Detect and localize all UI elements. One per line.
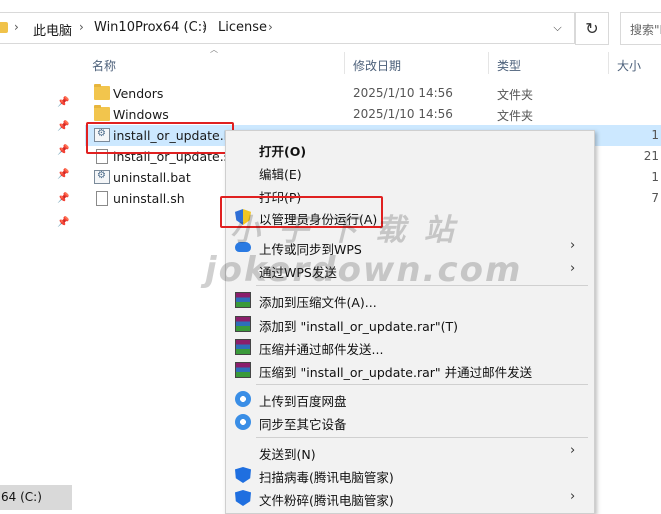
menu-item-virus-scan[interactable]: 扫描病毒(腾讯电脑管家) xyxy=(226,464,594,486)
breadcrumb-separator: › xyxy=(79,20,84,34)
chevron-right-icon: › xyxy=(570,238,576,253)
address-bar-row: › 此电脑 › Win10Prox64 (C:) › License › ⌵ ↻… xyxy=(0,0,661,52)
file-name: uninstall.sh xyxy=(113,191,185,206)
menu-item-label: 添加到压缩文件(A)... xyxy=(259,295,377,310)
menu-item-label: 发送到(N) xyxy=(259,447,316,462)
address-bar[interactable]: › 此电脑 › Win10Prox64 (C:) › License › ⌵ xyxy=(0,12,575,44)
menu-separator xyxy=(256,437,588,438)
winrar-icon xyxy=(235,339,251,355)
chevron-down-icon: ⌵ xyxy=(553,21,562,34)
breadcrumb-separator: › xyxy=(14,20,19,34)
pin-icon: 📌 xyxy=(57,169,70,180)
winrar-icon xyxy=(235,292,251,308)
file-size: 1 xyxy=(651,170,659,184)
highlight-box-file xyxy=(86,122,234,154)
column-divider[interactable] xyxy=(608,52,609,74)
tencent-guard-icon xyxy=(235,490,251,506)
column-header-size[interactable]: 大小 xyxy=(617,57,641,79)
context-menu: 打开(O) 编辑(E) 打印(P) 以管理员身份运行(A) 上传或同步到WPS … xyxy=(225,130,595,514)
chevron-right-icon: › xyxy=(570,443,576,458)
sort-ascending-icon: ︿ xyxy=(210,45,218,54)
nav-item-label: 64 (C:) xyxy=(1,490,42,504)
file-name: Windows xyxy=(113,107,169,122)
breadcrumb-this-pc[interactable]: 此电脑 xyxy=(33,20,72,39)
menu-item-send-to[interactable]: 发送到(N) › xyxy=(226,441,594,463)
refresh-icon: ↻ xyxy=(585,19,599,38)
baidu-netdisk-icon xyxy=(235,414,251,430)
column-divider[interactable] xyxy=(344,52,345,74)
address-dropdown-button[interactable]: ⌵ xyxy=(541,13,574,43)
file-date: 2025/1/10 14:56 xyxy=(353,107,453,121)
column-header-date[interactable]: 修改日期 xyxy=(353,57,401,79)
chevron-right-icon: › xyxy=(570,261,576,276)
file-size: 7 xyxy=(651,191,659,205)
menu-separator xyxy=(256,384,588,385)
folder-icon xyxy=(94,84,110,100)
file-size: 21 xyxy=(643,149,659,163)
menu-item-label: 压缩并通过邮件发送... xyxy=(259,342,384,357)
winrar-icon xyxy=(235,362,251,378)
breadcrumb-separator: › xyxy=(268,20,273,34)
nav-item-drive-c[interactable]: 64 (C:) xyxy=(0,485,72,510)
menu-item-label: 扫描病毒(腾讯电脑管家) xyxy=(259,470,394,485)
file-name: Vendors xyxy=(113,86,164,101)
file-date: 2025/1/10 14:56 xyxy=(353,86,453,100)
breadcrumb-license[interactable]: License xyxy=(218,20,267,35)
watermark-url: jokerdown.com xyxy=(205,250,523,290)
menu-item-compress-email[interactable]: 压缩并通过邮件发送... xyxy=(226,336,594,358)
menu-item-open[interactable]: 打开(O) xyxy=(226,138,594,160)
menu-item-baidu-upload[interactable]: 上传到百度网盘 xyxy=(226,388,594,410)
watermark-text: 小 子 下 载 站 xyxy=(230,213,458,248)
document-icon xyxy=(96,191,108,206)
menu-item-add-to-rar[interactable]: 添加到 "install_or_update.rar"(T) xyxy=(226,313,594,335)
search-placeholder: 搜索"L xyxy=(630,23,661,37)
baidu-netdisk-icon xyxy=(235,391,251,407)
batch-file-icon xyxy=(94,170,110,184)
file-name: uninstall.bat xyxy=(113,170,191,185)
menu-item-label: 上传到百度网盘 xyxy=(259,394,347,409)
pin-icon: 📌 xyxy=(57,97,70,108)
column-header-type[interactable]: 类型 xyxy=(497,57,521,79)
breadcrumb-separator: › xyxy=(202,20,207,34)
menu-item-label: 压缩到 "install_or_update.rar" 并通过邮件发送 xyxy=(259,365,533,380)
search-input[interactable]: 搜索"L xyxy=(620,12,661,45)
menu-item-label: 编辑(E) xyxy=(259,167,302,182)
file-row[interactable]: Vendors 2025/1/10 14:56 文件夹 xyxy=(85,83,661,104)
menu-item-sync-devices[interactable]: 同步至其它设备 xyxy=(226,411,594,433)
refresh-button[interactable]: ↻ xyxy=(575,12,609,45)
file-type: 文件夹 xyxy=(497,109,534,123)
folder-icon xyxy=(0,22,8,33)
breadcrumb-drive[interactable]: Win10Prox64 (C:) xyxy=(94,20,207,35)
pin-icon: 📌 xyxy=(57,145,70,156)
menu-item-label: 文件粉碎(腾讯电脑管家) xyxy=(259,493,394,508)
file-type: 文件夹 xyxy=(497,88,534,102)
file-size: 1 xyxy=(651,128,659,142)
column-header-name[interactable]: 名称 xyxy=(92,57,116,79)
pin-icon: 📌 xyxy=(57,193,70,204)
winrar-icon xyxy=(235,316,251,332)
tencent-guard-icon xyxy=(235,467,251,483)
pin-icon: 📌 xyxy=(57,121,70,132)
column-divider[interactable] xyxy=(488,52,489,74)
chevron-right-icon: › xyxy=(570,489,576,504)
menu-item-label: 添加到 "install_or_update.rar"(T) xyxy=(259,319,459,334)
menu-item-label: 打开(O) xyxy=(259,144,307,159)
menu-item-file-shred[interactable]: 文件粉碎(腾讯电脑管家) › xyxy=(226,487,594,509)
menu-item-edit[interactable]: 编辑(E) xyxy=(226,161,594,183)
menu-item-compress-rar-email[interactable]: 压缩到 "install_or_update.rar" 并通过邮件发送 xyxy=(226,359,594,381)
menu-item-add-archive[interactable]: 添加到压缩文件(A)... xyxy=(226,289,594,311)
navigation-pane: 📌 📌 📌 📌 📌 📌 64 (C:) xyxy=(0,52,72,512)
folder-icon xyxy=(94,105,110,121)
pin-icon: 📌 xyxy=(57,217,70,228)
menu-item-label: 同步至其它设备 xyxy=(259,417,347,432)
